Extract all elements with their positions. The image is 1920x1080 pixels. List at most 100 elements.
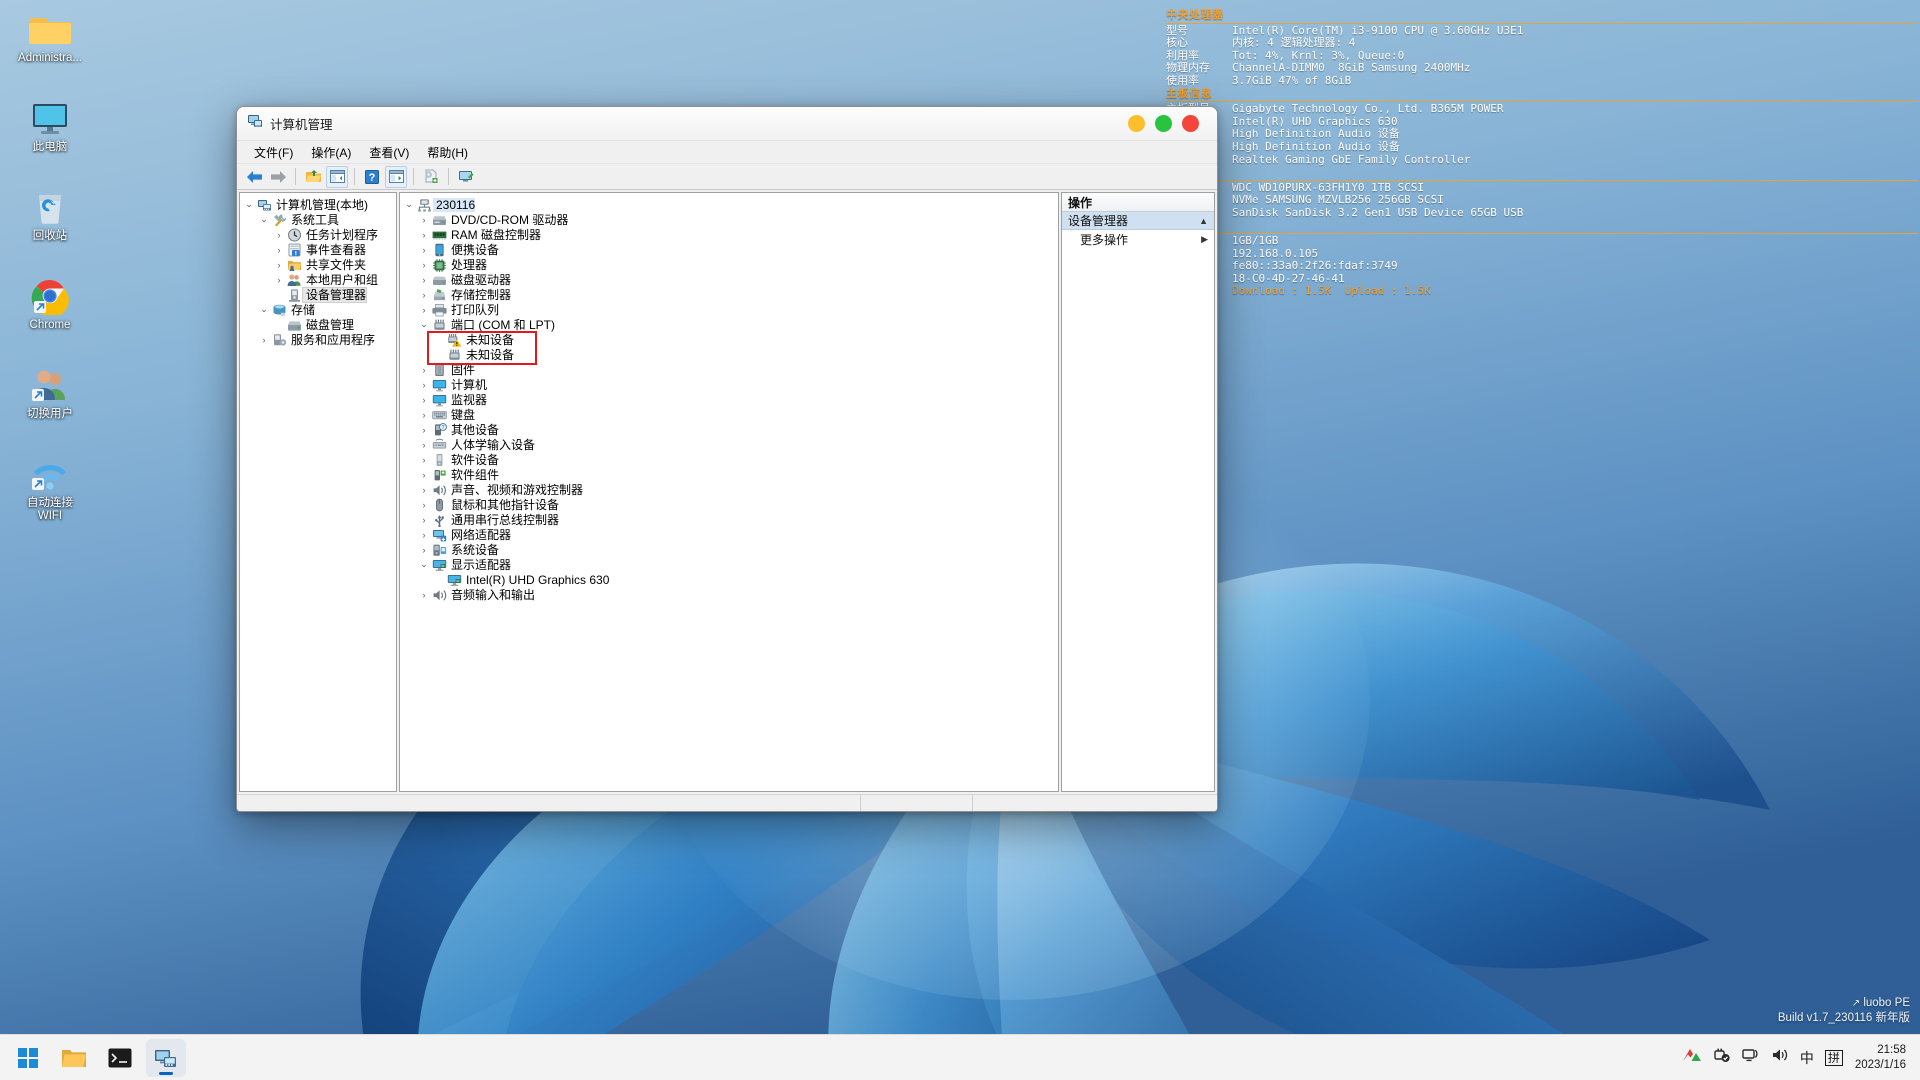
chevron-up-icon[interactable]: ▲ bbox=[1199, 216, 1208, 226]
menu-item-help[interactable]: 帮助(H) bbox=[418, 142, 477, 163]
chevron-right-icon[interactable]: › bbox=[417, 515, 431, 525]
minimize-button[interactable] bbox=[1128, 115, 1145, 132]
console-tree-pane[interactable]: ⌄ 计算机管理(本地) ⌄ 系统工具 › 任务计划程序 › 事件查看器 › 共享文件夹 › 本地用户和… bbox=[239, 192, 397, 792]
terminal-button[interactable] bbox=[100, 1039, 140, 1077]
show-hide-tree-icon[interactable] bbox=[326, 165, 348, 188]
actions-pane[interactable]: 操作 设备管理器 ▲ 更多操作 ▶ bbox=[1061, 192, 1215, 792]
desktop-icon-switch-user[interactable]: 切换用户 bbox=[7, 362, 93, 421]
device-tree-item-row[interactable]: › 系统设备 bbox=[400, 542, 1058, 557]
device-tree-item-row[interactable]: › 存储控制器 bbox=[400, 287, 1058, 302]
device-tree-item-row[interactable]: › 监视器 bbox=[400, 392, 1058, 407]
console-tree-item-row[interactable]: ⌄ 计算机管理(本地) bbox=[240, 197, 396, 212]
chevron-right-icon[interactable]: › bbox=[417, 260, 431, 270]
device-tree-item-row[interactable]: › DVD/CD-ROM 驱动器 bbox=[400, 212, 1058, 227]
console-tree-item-row[interactable]: 设备管理器 bbox=[240, 286, 396, 303]
computer-management-window[interactable]: 计算机管理 文件(F) 操作(A) 查看(V) 帮助(H) ? ⌄ 计算机管理(… bbox=[236, 106, 1218, 812]
file-explorer-button[interactable] bbox=[54, 1039, 94, 1077]
chevron-right-icon[interactable]: › bbox=[417, 380, 431, 390]
device-tree-item-row[interactable]: › 鼠标和其他指针设备 bbox=[400, 497, 1058, 512]
computer-management-taskbar-button[interactable] bbox=[146, 1038, 186, 1077]
device-tree-item-row[interactable]: › 计算机 bbox=[400, 377, 1058, 392]
desktop-icon-this-pc[interactable]: 此电脑 bbox=[7, 95, 93, 154]
chevron-right-icon[interactable]: › bbox=[417, 425, 431, 435]
device-tree-item-row[interactable]: › 音频输入和输出 bbox=[400, 587, 1058, 602]
safely-remove-icon[interactable] bbox=[1713, 1047, 1731, 1068]
device-tree-item-row[interactable]: Intel(R) UHD Graphics 630 bbox=[400, 572, 1058, 587]
device-manager-pane[interactable]: ⌄ 230116 › DVD/CD-ROM 驱动器 › RAM 磁盘控制器 › 便携设备 › 处理… bbox=[399, 192, 1059, 792]
device-tree-item-row[interactable]: › 固件 bbox=[400, 362, 1058, 377]
device-tree-item-row[interactable]: › 软件设备 bbox=[400, 452, 1058, 467]
taskbar-clock[interactable]: 21:58 2023/1/16 bbox=[1855, 1043, 1906, 1073]
console-tree-item-row[interactable]: › 服务和应用程序 bbox=[240, 332, 396, 347]
volume-icon[interactable] bbox=[1771, 1047, 1789, 1068]
chevron-right-icon[interactable]: › bbox=[417, 485, 431, 495]
ime-pinyin-icon[interactable]: 拼 bbox=[1824, 1049, 1843, 1066]
security-icon[interactable] bbox=[1682, 1047, 1702, 1068]
device-tree-item-row[interactable]: ⌄ 显示适配器 bbox=[400, 557, 1058, 572]
chevron-right-icon[interactable]: › bbox=[417, 215, 431, 225]
chevron-right-icon[interactable]: › bbox=[417, 440, 431, 450]
forward-icon[interactable] bbox=[267, 166, 289, 188]
device-tree-item-row[interactable]: › 通用串行总线控制器 bbox=[400, 512, 1058, 527]
chevron-down-icon[interactable]: ⌄ bbox=[417, 559, 431, 570]
device-tree-item-row[interactable]: › 网络适配器 bbox=[400, 527, 1058, 542]
back-icon[interactable] bbox=[243, 166, 265, 188]
chevron-down-icon[interactable]: ⌄ bbox=[257, 304, 271, 315]
device-tree-item-row[interactable]: › RAM 磁盘控制器 bbox=[400, 227, 1058, 242]
chevron-right-icon[interactable]: › bbox=[417, 545, 431, 555]
chevron-right-icon[interactable]: › bbox=[257, 335, 271, 345]
close-button[interactable] bbox=[1182, 115, 1199, 132]
chevron-right-icon[interactable]: › bbox=[272, 230, 286, 240]
chevron-right-icon[interactable]: › bbox=[272, 275, 286, 285]
menu-item-view[interactable]: 查看(V) bbox=[360, 142, 418, 163]
chevron-down-icon[interactable]: ⌄ bbox=[417, 319, 431, 330]
console-tree-item-row[interactable]: 磁盘管理 bbox=[240, 317, 396, 332]
device-tree-item-row[interactable]: 未知设备 bbox=[400, 332, 1058, 347]
chevron-down-icon[interactable]: ⌄ bbox=[257, 214, 271, 225]
start-button[interactable] bbox=[8, 1039, 48, 1077]
console-tree-item-row[interactable]: ⌄ 系统工具 bbox=[240, 212, 396, 227]
actions-more-actions[interactable]: 更多操作 ▶ bbox=[1062, 230, 1214, 248]
device-tree-item-row[interactable]: › 键盘 bbox=[400, 407, 1058, 422]
chevron-right-icon[interactable]: › bbox=[417, 230, 431, 240]
menu-item-file[interactable]: 文件(F) bbox=[245, 142, 302, 163]
actions-subheader[interactable]: 设备管理器 ▲ bbox=[1062, 212, 1214, 230]
chevron-right-icon[interactable]: › bbox=[417, 455, 431, 465]
console-tree-item-row[interactable]: ⌄ 存储 bbox=[240, 302, 396, 317]
chevron-right-icon[interactable]: › bbox=[417, 395, 431, 405]
device-tree-item-row[interactable]: › 便携设备 bbox=[400, 242, 1058, 257]
console-tree-item-row[interactable]: › 任务计划程序 bbox=[240, 227, 396, 242]
up-folder-icon[interactable] bbox=[302, 166, 324, 188]
chevron-down-icon[interactable]: ⌄ bbox=[242, 199, 256, 210]
chevron-right-icon[interactable]: › bbox=[417, 500, 431, 510]
chevron-down-icon[interactable]: ⌄ bbox=[402, 199, 416, 210]
console-tree-item-row[interactable]: › 共享文件夹 bbox=[240, 257, 396, 272]
device-tree-item-row[interactable]: ⌄ 端口 (COM 和 LPT) bbox=[400, 317, 1058, 332]
chevron-right-icon[interactable]: › bbox=[417, 365, 431, 375]
desktop-icon-chrome[interactable]: Chrome bbox=[7, 273, 93, 332]
device-tree-item-row[interactable]: 未知设备 bbox=[400, 347, 1058, 362]
ime-zh-icon[interactable]: 中 bbox=[1800, 1048, 1814, 1068]
chevron-right-icon[interactable]: › bbox=[417, 305, 431, 315]
device-tree-item-row[interactable]: › 声音、视频和游戏控制器 bbox=[400, 482, 1058, 497]
chevron-right-icon[interactable]: › bbox=[417, 275, 431, 285]
chevron-right-icon[interactable]: › bbox=[272, 245, 286, 255]
device-tree-item-row[interactable]: › 人体学输入设备 bbox=[400, 437, 1058, 452]
chevron-right-icon[interactable]: › bbox=[417, 290, 431, 300]
console-icon[interactable] bbox=[455, 166, 477, 188]
chevron-right-icon[interactable]: › bbox=[417, 590, 431, 600]
device-tree-item-row[interactable]: › 软件组件 bbox=[400, 467, 1058, 482]
chevron-right-icon[interactable]: › bbox=[417, 245, 431, 255]
device-tree-item-row[interactable]: › 处理器 bbox=[400, 257, 1058, 272]
properties-icon[interactable] bbox=[385, 165, 407, 188]
device-tree-item-row[interactable]: ⌄ 230116 bbox=[400, 197, 1058, 212]
desktop-icon-auto-wifi[interactable]: 自动连接 WIFI bbox=[7, 451, 93, 523]
network-icon[interactable] bbox=[1742, 1047, 1760, 1068]
device-tree-item-row[interactable]: › 打印队列 bbox=[400, 302, 1058, 317]
device-tree-item-row[interactable]: ›? 其他设备 bbox=[400, 422, 1058, 437]
desktop-icon-recycle-bin[interactable]: 回收站 bbox=[7, 184, 93, 243]
console-tree-item-row[interactable]: › 本地用户和组 bbox=[240, 272, 396, 287]
help-icon[interactable]: ? bbox=[361, 166, 383, 188]
chevron-right-icon[interactable]: › bbox=[417, 470, 431, 480]
chevron-right-icon[interactable]: › bbox=[417, 530, 431, 540]
